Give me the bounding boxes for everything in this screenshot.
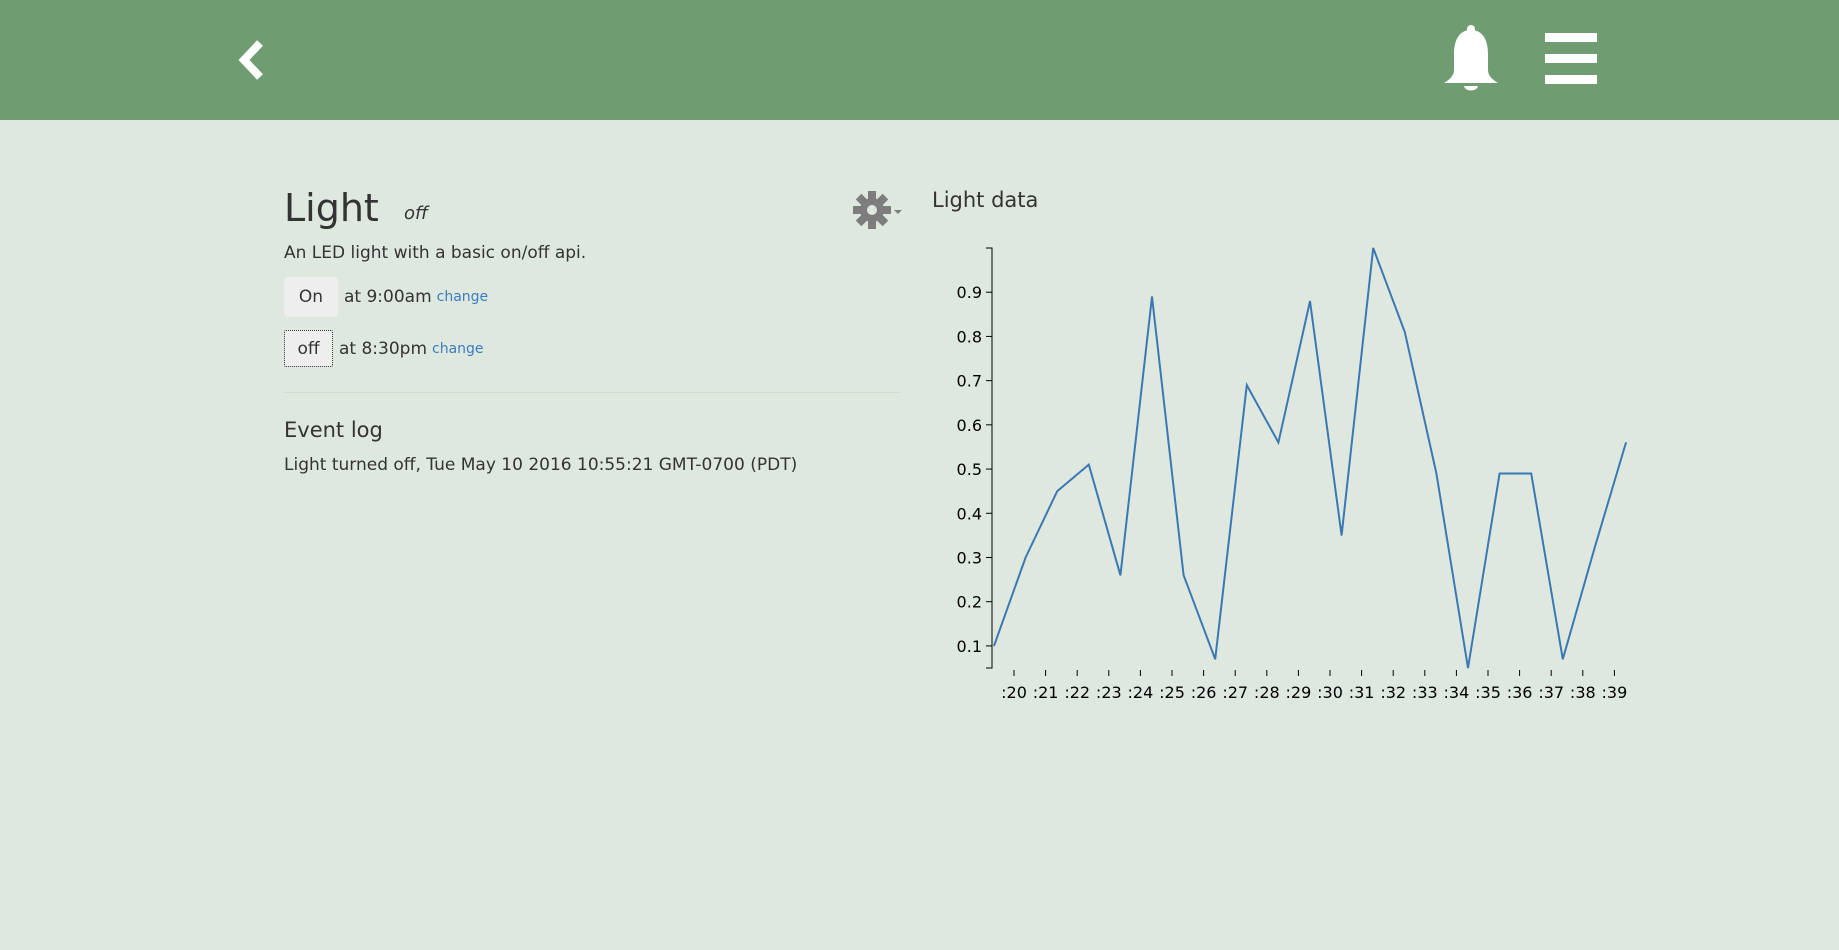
data-point: [1499, 473, 1501, 474]
schedule-on-time: at 9:00am: [344, 287, 432, 307]
divider: [284, 392, 900, 393]
data-point: [1183, 574, 1185, 576]
x-tick-label: :33: [1412, 683, 1438, 700]
device-state: off: [404, 203, 429, 224]
y-tick-label: 0.8: [957, 327, 982, 346]
data-point: [993, 645, 995, 647]
x-tick-label: :24: [1128, 683, 1154, 700]
device-description: An LED light with a basic on/off api.: [284, 243, 587, 263]
bell-icon: [1444, 25, 1498, 91]
series-line: [993, 247, 1627, 669]
x-tick-label: :28: [1254, 683, 1280, 700]
x-tick-label: :23: [1096, 683, 1122, 700]
data-point: [1593, 548, 1595, 550]
y-tick-label: 0.3: [957, 548, 982, 567]
y-tick-label: 0.5: [957, 460, 982, 479]
data-point: [1151, 296, 1153, 298]
schedule-off-button[interactable]: off: [284, 330, 333, 367]
caret-down-icon: [894, 210, 902, 214]
y-tick-label: 0.2: [957, 593, 982, 612]
data-point: [1056, 490, 1058, 492]
x-tick-label: :31: [1349, 683, 1375, 700]
y-tick-label: 0.7: [957, 372, 982, 391]
gear-icon: [853, 191, 902, 229]
chart-title: Light data: [932, 188, 1039, 212]
data-point: [1214, 658, 1216, 660]
data-point: [1341, 534, 1343, 536]
x-tick-label: :25: [1159, 683, 1185, 700]
back-button[interactable]: [234, 38, 270, 82]
x-tick-label: :37: [1538, 683, 1564, 700]
menu-button[interactable]: [1542, 30, 1600, 88]
top-bar: [0, 0, 1839, 120]
data-point: [1372, 247, 1374, 249]
y-tick-label: 0.9: [957, 283, 982, 302]
event-log-entry: Light turned off, Tue May 10 2016 10:55:…: [284, 455, 798, 475]
notifications-button[interactable]: [1440, 24, 1502, 94]
x-tick-label: :32: [1380, 683, 1406, 700]
schedule-off-time: at 8:30pm: [339, 338, 428, 359]
y-axis-line: [986, 247, 993, 669]
schedule-on-change-link[interactable]: change: [437, 289, 489, 305]
schedule-row-on: On at 9:00am change: [284, 277, 488, 317]
event-log-title: Event log: [284, 418, 383, 442]
x-tick-label: :27: [1222, 683, 1248, 700]
schedule-on-button[interactable]: On: [284, 277, 338, 317]
x-tick-label: :26: [1191, 683, 1217, 700]
device-title: Light: [284, 186, 379, 230]
y-tick-label: 0.6: [957, 416, 982, 435]
x-tick-label: :35: [1475, 683, 1501, 700]
data-point: [1025, 557, 1027, 558]
x-tick-label: :39: [1602, 683, 1628, 700]
x-tick-label: :30: [1317, 683, 1343, 700]
data-point: [1277, 442, 1279, 443]
x-tick-label: :34: [1444, 683, 1470, 700]
chevron-left-icon: [238, 40, 263, 80]
x-tick-label: :36: [1507, 683, 1533, 700]
x-tick-label: :29: [1286, 683, 1312, 700]
data-point: [1246, 384, 1248, 386]
device-settings-button[interactable]: [852, 190, 904, 232]
x-tick-label: :20: [1001, 683, 1027, 700]
data-point: [1435, 473, 1437, 474]
data-point: [1562, 658, 1564, 660]
hamburger-menu-icon: [1545, 33, 1597, 84]
data-point: [1119, 574, 1121, 576]
x-tick-label: :22: [1064, 683, 1090, 700]
schedule-off-change-link[interactable]: change: [432, 341, 484, 357]
data-point: [1088, 464, 1090, 466]
light-data-chart: 0.1 0.2 0.3 0.4 0.5 0.6 0.7 0.8 0.9 :20 :21 :22 :23:…: [957, 247, 1628, 700]
data-point: [1309, 300, 1311, 302]
y-tick-label: 0.1: [957, 637, 982, 656]
data-point: [1625, 442, 1627, 443]
data-point: [1530, 473, 1532, 474]
y-tick-label: 0.4: [957, 504, 982, 523]
schedule-row-off: off at 8:30pm change: [284, 330, 484, 367]
data-point: [1467, 667, 1469, 669]
x-tick-label: :21: [1033, 683, 1059, 700]
x-tick-label: :38: [1570, 683, 1596, 700]
data-point: [1404, 331, 1406, 333]
